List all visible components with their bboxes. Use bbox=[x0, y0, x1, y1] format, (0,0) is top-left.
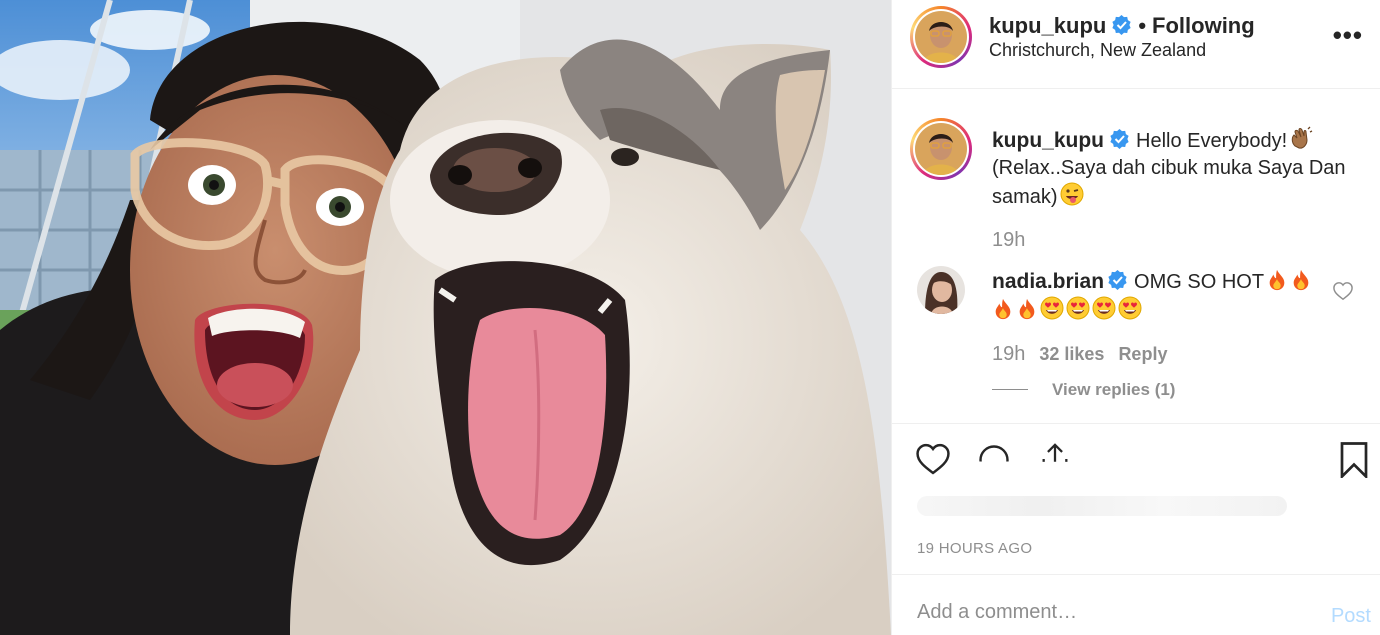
caption-line-2: (Relax..Saya dah cibuk muka Saya Dan sam… bbox=[992, 157, 1346, 208]
liked-by-blurred bbox=[917, 496, 1287, 516]
verified-badge-icon bbox=[1110, 129, 1129, 149]
comment-body: OMG SO HOT bbox=[1134, 271, 1265, 293]
fire-emoji-icon bbox=[995, 298, 1011, 320]
bookmark-icon[interactable] bbox=[1339, 442, 1369, 478]
heart-eyes-emoji-icon bbox=[1118, 296, 1142, 320]
share-icon[interactable] bbox=[1038, 442, 1072, 476]
comment-time[interactable]: 19h bbox=[992, 343, 1025, 366]
fire-emoji-icon bbox=[1293, 269, 1309, 291]
comment-meta: 19h 32 likes Reply bbox=[992, 343, 1181, 366]
reply-button[interactable]: Reply bbox=[1118, 344, 1167, 365]
caption-time[interactable]: 19h bbox=[992, 229, 1025, 252]
heart-eyes-emoji-icon bbox=[1066, 296, 1090, 320]
author-avatar[interactable] bbox=[910, 6, 972, 68]
post-photo[interactable] bbox=[0, 0, 891, 635]
comment-like-heart-icon[interactable] bbox=[1332, 281, 1354, 301]
add-comment-bar: Post bbox=[892, 574, 1380, 635]
author-avatar-image bbox=[915, 11, 967, 63]
caption-avatar[interactable] bbox=[910, 118, 972, 180]
post-comment-button[interactable]: Post bbox=[1331, 605, 1371, 628]
comment-username[interactable]: nadia.brian bbox=[992, 270, 1104, 293]
header-separator: • bbox=[1138, 13, 1147, 38]
waving-hand-emoji-icon bbox=[1291, 126, 1313, 149]
comment-text: nadia.brian OMG SO HOT bbox=[992, 268, 1322, 325]
more-options-icon[interactable]: ••• bbox=[1333, 22, 1363, 48]
post-location[interactable]: Christchurch, New Zealand bbox=[989, 40, 1206, 61]
caption-line-1: Hello Everybody! bbox=[1136, 130, 1288, 152]
winking-face-with-tongue-emoji-icon bbox=[1060, 182, 1084, 206]
fire-emoji-icon bbox=[1019, 298, 1035, 320]
heart-eyes-emoji-icon bbox=[1040, 296, 1064, 320]
caption-avatar-image bbox=[915, 123, 967, 175]
add-comment-input[interactable] bbox=[917, 601, 1297, 624]
heart-eyes-emoji-icon bbox=[1092, 296, 1116, 320]
verified-badge-icon bbox=[1108, 270, 1127, 290]
following-button[interactable]: Following bbox=[1152, 13, 1255, 38]
header-user-line: kupu_kupu • Following bbox=[989, 13, 1255, 39]
caption-text: kupu_kupu Hello Everybody! (Relax..Saya d… bbox=[992, 126, 1362, 211]
fire-emoji-icon bbox=[1269, 269, 1285, 291]
caption-username[interactable]: kupu_kupu bbox=[992, 129, 1104, 152]
post-header: kupu_kupu • Following Christchurch, New Ze… bbox=[892, 0, 1380, 89]
post-actions: 19 HOURS AGO bbox=[892, 423, 1380, 573]
commenter-avatar-image bbox=[917, 266, 965, 314]
comment-likes[interactable]: 32 likes bbox=[1039, 344, 1104, 365]
post-side-panel: kupu_kupu • Following Christchurch, New Ze… bbox=[891, 0, 1380, 635]
view-replies-button[interactable]: View replies (1) bbox=[992, 380, 1175, 400]
post-time-ago[interactable]: 19 HOURS AGO bbox=[917, 540, 1032, 557]
view-replies-label: View replies (1) bbox=[1052, 380, 1176, 399]
commenter-avatar[interactable] bbox=[917, 266, 965, 314]
selfie-with-husky-image bbox=[0, 0, 891, 635]
comment-icon[interactable] bbox=[976, 442, 1012, 478]
verified-badge-icon bbox=[1112, 15, 1131, 35]
heart-icon[interactable] bbox=[914, 442, 952, 476]
replies-divider bbox=[992, 389, 1028, 390]
author-username[interactable]: kupu_kupu bbox=[989, 13, 1106, 38]
